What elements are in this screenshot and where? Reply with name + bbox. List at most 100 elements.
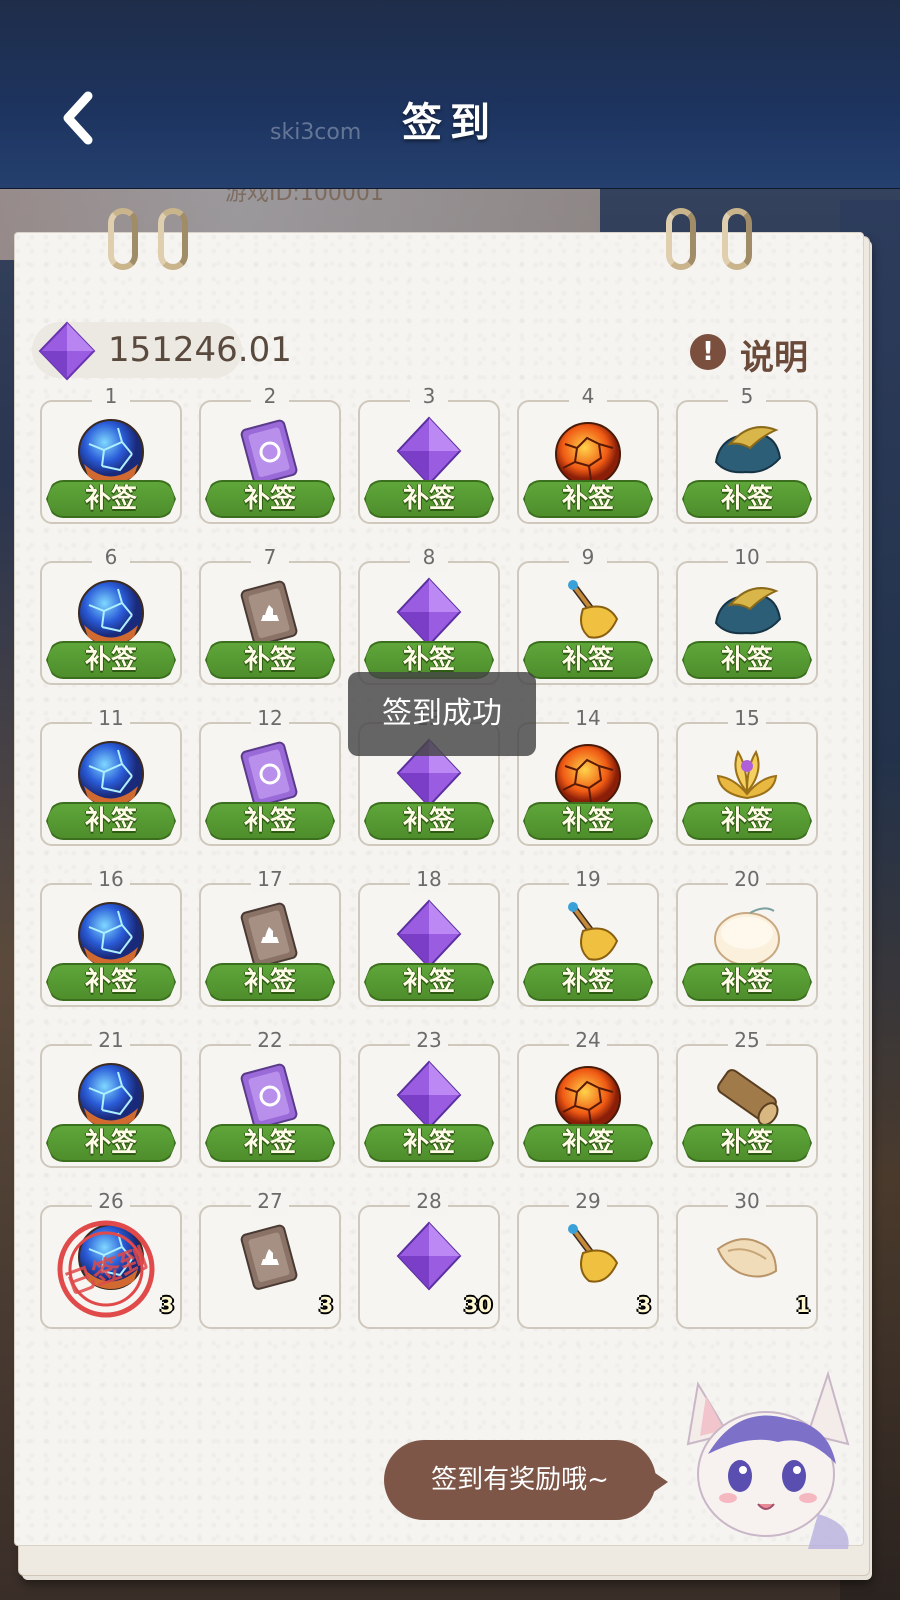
leaf-cap-icon [710,575,784,649]
purple-gem-icon [392,1219,466,1293]
day-number: 24 [575,1028,601,1052]
day-cell[interactable]: 16 补签 [40,867,182,1007]
day-cell[interactable]: 8 补签 [358,545,500,685]
day-number: 23 [416,1028,442,1052]
brown-card-icon [233,1219,307,1293]
wood-log-icon [710,1058,784,1132]
day-cell[interactable]: 22 补签 [199,1028,341,1168]
makeup-sign-button[interactable]: 补签 [205,802,335,840]
makeup-sign-button[interactable]: 补签 [523,963,653,1001]
binder-ring-icon [158,208,188,270]
makeup-sign-button[interactable]: 补签 [364,480,494,518]
day-number: 22 [257,1028,283,1052]
day-number: 11 [98,706,124,730]
fox-mascot-icon [686,1370,850,1549]
makeup-sign-button[interactable]: 补签 [682,802,812,840]
purple-card-icon [233,1058,307,1132]
day-cell[interactable]: 1 补签 [40,384,182,524]
makeup-sign-button[interactable]: 补签 [46,480,176,518]
help-label: 说明 [740,338,808,378]
day-cell[interactable]: 21 补签 [40,1028,182,1168]
day-cell[interactable]: 27 3 [199,1189,341,1329]
makeup-sign-button[interactable]: 补签 [682,963,812,1001]
makeup-sign-button[interactable]: 补签 [523,802,653,840]
reward-quantity: 3 [637,1293,651,1317]
makeup-sign-button[interactable]: 补签 [523,480,653,518]
makeup-sign-button[interactable]: 补签 [682,1124,812,1162]
day-number: 18 [416,867,442,891]
day-cell[interactable]: 30 1 [676,1189,818,1329]
makeup-sign-button[interactable]: 补签 [364,802,494,840]
makeup-sign-button[interactable]: 补签 [205,641,335,679]
makeup-sign-button[interactable]: 补签 [682,641,812,679]
day-number: 28 [416,1189,442,1213]
day-cell[interactable]: 28 30 [358,1189,500,1329]
rice-bun-icon [710,897,784,971]
makeup-sign-button[interactable]: 补签 [682,480,812,518]
speech-bubble-tail [648,1468,668,1496]
day-cell[interactable]: 14 补签 [517,706,659,846]
leaf-cap-icon [710,414,784,488]
day-number: 29 [575,1189,601,1213]
makeup-sign-button[interactable]: 补签 [205,480,335,518]
day-cell[interactable]: 17 补签 [199,867,341,1007]
makeup-sign-button[interactable]: 补签 [46,963,176,1001]
blue-orb-icon [74,1058,148,1132]
fire-egg-icon [551,414,625,488]
day-number: 25 [734,1028,760,1052]
purple-card-icon [233,414,307,488]
makeup-sign-button[interactable]: 补签 [364,1124,494,1162]
makeup-sign-button[interactable]: 补签 [523,641,653,679]
day-number: 30 [734,1189,760,1213]
day-number: 26 [98,1189,124,1213]
makeup-sign-button[interactable]: 补签 [523,1124,653,1162]
day-cell[interactable]: 4 补签 [517,384,659,524]
fire-egg-icon [551,1058,625,1132]
day-cell[interactable]: 5 补签 [676,384,818,524]
reward-quantity: 3 [160,1293,174,1317]
day-cell[interactable]: 10 补签 [676,545,818,685]
day-number: 17 [257,867,283,891]
top-bar: ski3com 签到 [0,0,900,189]
day-number: 7 [263,545,277,569]
toast-message: 签到成功 [348,672,536,756]
day-cell[interactable]: 24 补签 [517,1028,659,1168]
day-cell[interactable]: 2 补签 [199,384,341,524]
day-cell[interactable]: 7 补签 [199,545,341,685]
day-number: 9 [581,545,595,569]
makeup-sign-button[interactable]: 补签 [205,963,335,1001]
makeup-sign-button[interactable]: 补签 [364,963,494,1001]
day-number: 16 [98,867,124,891]
day-number: 14 [575,706,601,730]
day-cell[interactable]: 6 补签 [40,545,182,685]
day-cell[interactable]: 3 补签 [358,384,500,524]
day-cell[interactable]: 23 补签 [358,1028,500,1168]
day-number: 8 [422,545,436,569]
day-cell[interactable]: 11 补签 [40,706,182,846]
day-cell[interactable]: 25 补签 [676,1028,818,1168]
day-cell[interactable]: 15 补签 [676,706,818,846]
day-number: 15 [734,706,760,730]
blue-orb-icon [74,897,148,971]
day-number: 20 [734,867,760,891]
day-number: 4 [581,384,595,408]
day-number: 1 [104,384,118,408]
day-cell[interactable]: 9 补签 [517,545,659,685]
makeup-sign-button[interactable]: 补签 [205,1124,335,1162]
day-cell[interactable]: 18 补签 [358,867,500,1007]
purple-gem-icon [392,897,466,971]
makeup-sign-button[interactable]: 补签 [46,1124,176,1162]
reward-quantity: 30 [464,1293,492,1317]
binder-ring-icon [722,208,752,270]
day-cell[interactable]: 12 补签 [199,706,341,846]
makeup-sign-button[interactable]: 补签 [46,802,176,840]
day-cell[interactable]: 19 补签 [517,867,659,1007]
day-cell[interactable]: 26 已签到 3 [40,1189,182,1329]
purple-gem-icon [392,414,466,488]
makeup-sign-button[interactable]: 补签 [46,641,176,679]
golden-shovel-icon [551,575,625,649]
day-cell[interactable]: 29 3 [517,1189,659,1329]
reward-quantity: 3 [319,1293,333,1317]
day-number: 2 [263,384,277,408]
day-cell[interactable]: 20 补签 [676,867,818,1007]
